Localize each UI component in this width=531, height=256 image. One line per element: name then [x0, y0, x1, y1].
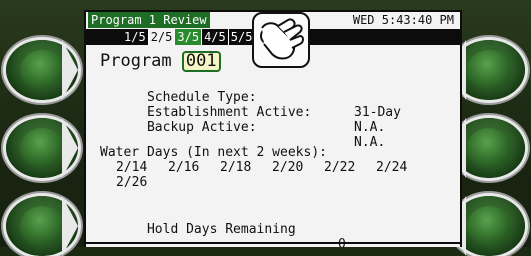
water-day: 2/16 [168, 160, 200, 175]
clock: WED 5:43:40 PM [352, 13, 454, 27]
left-softkey-1-arrow-icon [62, 40, 78, 100]
hand-pointer-icon [252, 12, 310, 68]
water-days-label: Water Days (In next 2 weeks): [100, 145, 327, 160]
program-number-field[interactable]: 001 [181, 51, 221, 72]
tab-page-4[interactable]: 4/5 [201, 29, 228, 45]
hold-days-label: Hold Days Remaining [146, 222, 296, 237]
hand-pointer-graphic [260, 18, 304, 60]
left-softkey-3-arrow-icon [62, 196, 78, 256]
water-day: 2/14 [116, 160, 148, 175]
left-softkey-2-arrow-icon [62, 118, 78, 178]
tab-page-3[interactable]: 3/5 [174, 29, 202, 45]
screen-title: Program 1 Review [88, 12, 210, 28]
tab-page-2[interactable]: 2/5 [147, 29, 175, 45]
page-tabs: 1/5 2/5 3/5 4/5 5/5 [122, 29, 254, 45]
water-day: 2/26 [116, 175, 148, 190]
backup-active-value: N.A. [354, 135, 386, 150]
water-days-list: 2/14 2/16 2/18 2/20 2/22 2/24 2/26 [116, 160, 436, 190]
lcd-screen: Program 1 Review WED 5:43:40 PM 1/5 2/5 … [84, 10, 462, 247]
tab-page-5[interactable]: 5/5 [227, 29, 255, 45]
review-content: Program 001 Schedule Type: 31-Day Establ… [86, 45, 460, 247]
water-day: 2/20 [272, 160, 304, 175]
hold-days-row: Hold Days Remaining 0 [100, 207, 440, 247]
program-label: Program [100, 51, 172, 71]
water-day: 2/22 [324, 160, 356, 175]
water-day: 2/18 [220, 160, 252, 175]
backup-active-label: Backup Active: [146, 120, 257, 135]
program-heading: Program 001 [100, 51, 221, 72]
water-day: 2/24 [376, 160, 408, 175]
bottom-divider [86, 242, 460, 244]
tab-page-1[interactable]: 1/5 [122, 29, 148, 45]
